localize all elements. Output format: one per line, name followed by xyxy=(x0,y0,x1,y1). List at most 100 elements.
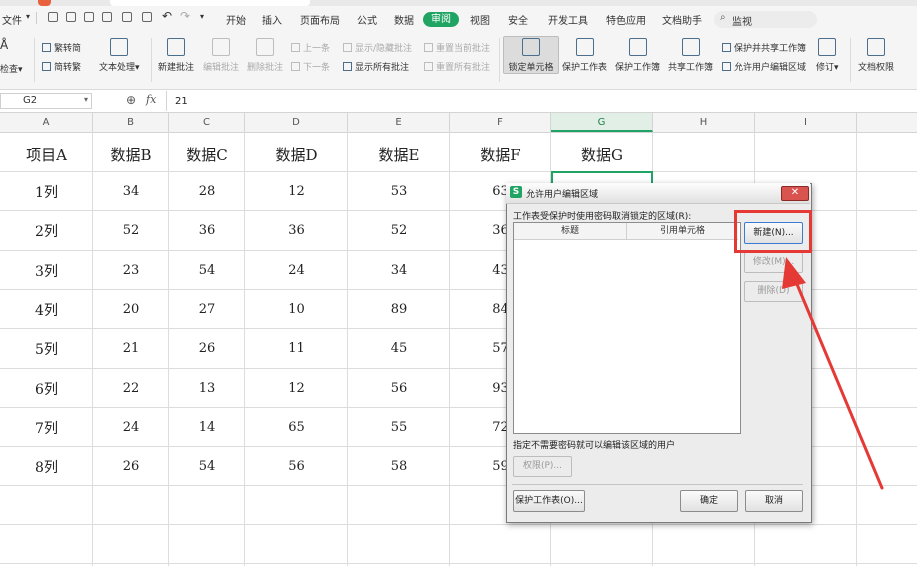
doc-permissions-button[interactable]: 文档权限 xyxy=(858,38,894,73)
data-cell[interactable]: 55 xyxy=(348,420,450,435)
data-cell[interactable]: 13 xyxy=(169,381,245,396)
tab-review[interactable]: 审阅 xyxy=(423,12,459,27)
close-icon[interactable]: ✕ xyxy=(781,186,809,201)
tab-formulas[interactable]: 公式 xyxy=(357,12,377,27)
data-cell[interactable]: 12 xyxy=(245,381,348,396)
header-cell-g[interactable]: 数据G xyxy=(551,144,653,165)
edit-comment-button[interactable]: 编辑批注 xyxy=(203,38,239,73)
zoom-search-icon[interactable]: ⊕ xyxy=(126,93,136,107)
column-header-e[interactable]: E xyxy=(348,113,450,132)
data-cell[interactable]: 20 xyxy=(93,302,169,317)
header-cell-f[interactable]: 数据F xyxy=(450,144,551,165)
data-cell[interactable]: 28 xyxy=(169,184,245,199)
file-menu-label[interactable]: 文件 xyxy=(2,12,22,27)
show-hide-comment-button[interactable]: 显示/隐藏批注 xyxy=(343,41,412,54)
data-cell[interactable]: 52 xyxy=(348,223,450,238)
data-cell[interactable]: 11 xyxy=(245,341,348,356)
show-all-comments-button[interactable]: 显示所有批注 xyxy=(343,60,409,73)
save-icon[interactable] xyxy=(84,12,94,22)
share-workbook-button[interactable]: 共享工作簿 xyxy=(668,38,713,73)
header-cell-c[interactable]: 数据C xyxy=(169,144,245,165)
data-cell[interactable]: 27 xyxy=(169,302,245,317)
row-label-cell[interactable]: 8列 xyxy=(0,457,93,477)
data-cell[interactable]: 54 xyxy=(169,263,245,278)
data-cell[interactable]: 52 xyxy=(93,223,169,238)
data-cell[interactable]: 89 xyxy=(348,302,450,317)
redo-icon[interactable]: ↷ xyxy=(180,9,190,23)
tab-home[interactable]: 开始 xyxy=(226,12,246,27)
trad-to-simp-button[interactable]: 繁转简 xyxy=(42,41,81,54)
data-cell[interactable]: 26 xyxy=(169,341,245,356)
protect-share-workbook-button[interactable]: 保护并共享工作簿 xyxy=(722,41,806,54)
fx-icon[interactable]: fx xyxy=(146,93,156,106)
data-cell[interactable]: 34 xyxy=(93,184,169,199)
quick-access-dropdown-icon[interactable]: ▾ xyxy=(200,12,204,21)
reset-all-comments-button[interactable]: 重置所有批注 xyxy=(424,60,490,73)
data-cell[interactable]: 10 xyxy=(245,302,348,317)
new-file-icon[interactable] xyxy=(48,12,58,22)
tab-developer[interactable]: 开发工具 xyxy=(548,12,588,27)
print-preview-icon[interactable] xyxy=(142,12,152,22)
row-label-cell[interactable]: 7列 xyxy=(0,418,93,438)
export-pdf-icon[interactable] xyxy=(102,12,112,22)
search-input[interactable]: ⌕ 监视 xyxy=(714,11,817,28)
data-cell[interactable]: 24 xyxy=(245,263,348,278)
data-cell[interactable]: 36 xyxy=(245,223,348,238)
spell-check-icon[interactable]: Å xyxy=(0,38,8,52)
data-cell[interactable]: 23 xyxy=(93,263,169,278)
column-header-c[interactable]: C xyxy=(169,113,245,132)
dialog-title-bar[interactable]: S 允许用户编辑区域 xyxy=(506,183,810,204)
next-comment-button[interactable]: 下一条 xyxy=(291,60,330,73)
column-header-h[interactable]: H xyxy=(653,113,755,132)
data-cell[interactable]: 24 xyxy=(93,420,169,435)
lock-cell-button[interactable]: 锁定单元格 xyxy=(505,38,557,73)
column-header-i[interactable]: I xyxy=(755,113,857,132)
tab-data[interactable]: 数据 xyxy=(394,12,414,27)
row-label-cell[interactable]: 4列 xyxy=(0,300,93,320)
permissions-button[interactable]: 权限(P)... xyxy=(513,456,572,477)
document-tab[interactable] xyxy=(110,0,310,6)
allow-edit-ranges-button[interactable]: 允许用户编辑区域 xyxy=(722,60,806,73)
data-cell[interactable]: 65 xyxy=(245,420,348,435)
data-cell[interactable]: 21 xyxy=(93,341,169,356)
data-cell[interactable]: 22 xyxy=(93,381,169,396)
header-cell-e[interactable]: 数据E xyxy=(348,144,450,165)
tab-special-apps[interactable]: 特色应用 xyxy=(606,12,646,27)
data-cell[interactable]: 26 xyxy=(93,459,169,474)
tab-view[interactable]: 视图 xyxy=(470,12,490,27)
data-cell[interactable]: 53 xyxy=(348,184,450,199)
reset-current-comment-button[interactable]: 重置当前批注 xyxy=(424,41,490,54)
row-label-cell[interactable]: 3列 xyxy=(0,261,93,281)
data-cell[interactable]: 36 xyxy=(169,223,245,238)
protect-sheet-button[interactable]: 保护工作表 xyxy=(562,38,607,73)
tab-insert[interactable]: 插入 xyxy=(262,12,282,27)
text-process-button[interactable]: 文本处理▾ xyxy=(99,38,140,73)
tab-security[interactable]: 安全 xyxy=(508,12,528,27)
data-cell[interactable]: 56 xyxy=(348,381,450,396)
column-header-f[interactable]: F xyxy=(450,113,551,132)
row-label-cell[interactable]: 5列 xyxy=(0,339,93,359)
data-cell[interactable]: 56 xyxy=(245,459,348,474)
revisions-button[interactable]: 修订▾ xyxy=(816,38,839,73)
protect-workbook-button[interactable]: 保护工作簿 xyxy=(615,38,660,73)
row-label-cell[interactable]: 2列 xyxy=(0,221,93,241)
header-cell-b[interactable]: 数据B xyxy=(93,144,169,165)
simp-to-trad-button[interactable]: 简转繁 xyxy=(42,60,81,73)
protect-sheet-dialog-button[interactable]: 保护工作表(O)... xyxy=(513,490,585,512)
formula-input[interactable]: 21 xyxy=(166,91,917,111)
data-cell[interactable]: 58 xyxy=(348,459,450,474)
list-col-title[interactable]: 标题 xyxy=(514,223,627,239)
column-header-b[interactable]: B xyxy=(93,113,169,132)
data-cell[interactable]: 12 xyxy=(245,184,348,199)
ranges-list[interactable] xyxy=(513,222,741,434)
data-cell[interactable]: 34 xyxy=(348,263,450,278)
column-header-a[interactable]: A xyxy=(0,113,93,132)
prev-comment-button[interactable]: 上一条 xyxy=(291,41,330,54)
column-header-g[interactable]: G xyxy=(551,113,653,132)
ok-button[interactable]: 确定 xyxy=(680,490,738,512)
print-icon[interactable] xyxy=(122,12,132,22)
row-label-cell[interactable]: 6列 xyxy=(0,379,93,399)
data-cell[interactable]: 54 xyxy=(169,459,245,474)
app-tab-indicator[interactable] xyxy=(38,0,51,6)
data-cell[interactable]: 45 xyxy=(348,341,450,356)
